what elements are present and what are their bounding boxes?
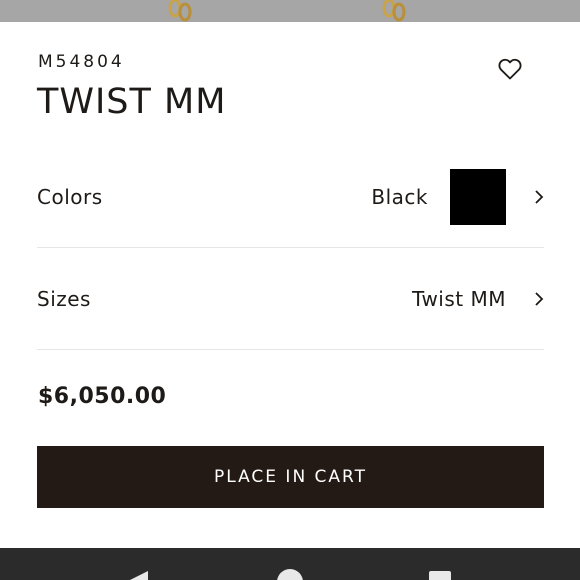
product-image-strip — [0, 0, 580, 22]
wishlist-button[interactable] — [494, 54, 526, 84]
product-price: $6,050.00 — [38, 384, 167, 409]
home-circle-icon[interactable] — [277, 569, 303, 580]
product-title: TWIST MM — [37, 82, 227, 122]
selected-size-value: Twist MM — [412, 287, 506, 311]
product-sku: M54804 — [38, 52, 125, 72]
color-swatch — [450, 169, 506, 225]
chain-strap-image — [168, 0, 192, 22]
back-triangle-icon[interactable] — [124, 569, 150, 580]
colors-selector[interactable]: Colors Black — [37, 168, 544, 226]
chain-strap-image — [382, 0, 406, 22]
chevron-right-icon — [524, 186, 544, 208]
colors-label: Colors — [37, 185, 103, 209]
chevron-right-icon — [524, 288, 544, 310]
heart-icon — [498, 58, 522, 80]
recents-square-icon[interactable] — [429, 571, 451, 580]
selected-color-value: Black — [371, 185, 428, 209]
sizes-selector[interactable]: Sizes Twist MM — [37, 279, 544, 319]
divider — [37, 247, 544, 248]
place-in-cart-button[interactable]: PLACE IN CART — [37, 446, 544, 508]
sizes-label: Sizes — [37, 287, 91, 311]
system-navigation-bar — [0, 548, 580, 580]
divider — [37, 349, 544, 350]
